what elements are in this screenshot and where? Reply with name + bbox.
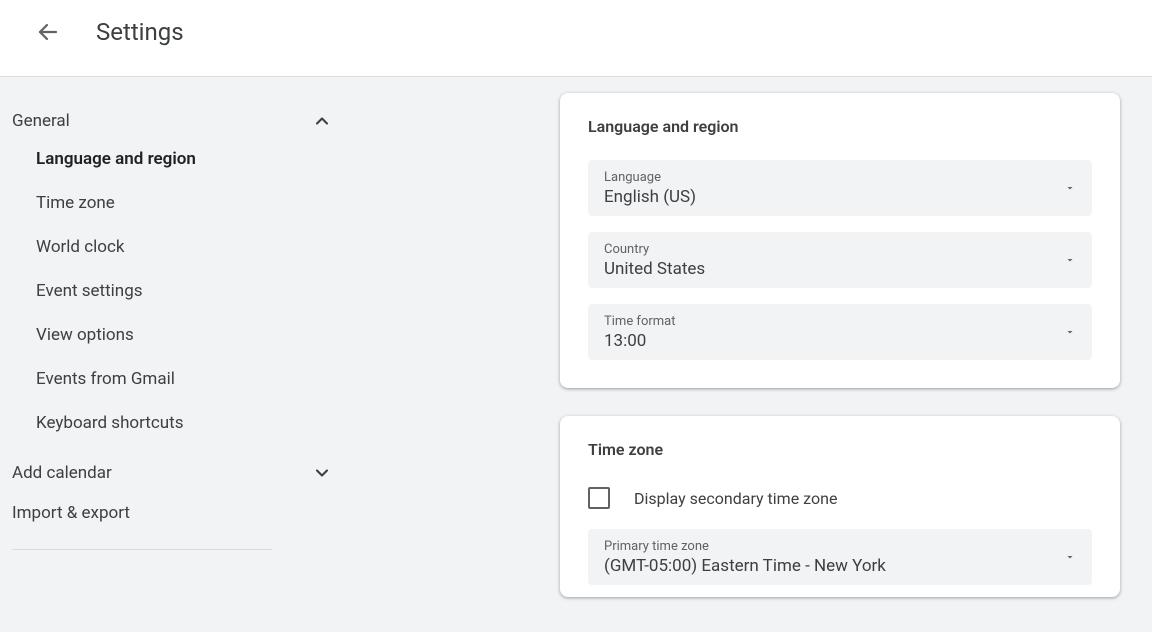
select-country[interactable]: Country United States [588,232,1092,288]
caret-down-icon [1064,182,1076,194]
back-button[interactable] [24,8,72,56]
sidebar-item-language-and-region[interactable]: Language and region [36,137,360,181]
sidebar-item-view-options[interactable]: View options [36,313,360,357]
sidebar-item-event-settings[interactable]: Event settings [36,269,360,313]
sidebar-item-events-from-gmail[interactable]: Events from Gmail [36,357,360,401]
caret-down-icon [1064,326,1076,338]
sidebar-section-add-calendar[interactable]: Add calendar [12,457,360,489]
sidebar-item-time-zone[interactable]: Time zone [36,181,360,225]
select-label: Country [604,242,1064,257]
arrow-left-icon [36,20,60,44]
chevron-up-icon [312,111,332,131]
chevron-down-icon [312,463,332,483]
card-language-region: Language and region Language English (US… [560,93,1120,388]
select-value: 13:00 [604,331,1064,351]
settings-main: Language and region Language English (US… [360,93,1152,632]
select-label: Primary time zone [604,539,1064,554]
sidebar-section-label: Import & export [12,503,130,523]
caret-down-icon [1064,254,1076,266]
sidebar-section-general[interactable]: General [12,105,360,137]
settings-header: Settings [0,0,1152,77]
card-title: Language and region [588,117,1092,136]
select-value: United States [604,259,1064,279]
sidebar-section-label: General [12,111,70,131]
select-value: English (US) [604,187,1064,207]
checkbox-secondary-timezone[interactable] [588,487,610,509]
checkbox-secondary-timezone-row[interactable]: Display secondary time zone [588,483,1092,529]
select-value: (GMT-05:00) Eastern Time - New York [604,556,1064,576]
sidebar-item-keyboard-shortcuts[interactable]: Keyboard shortcuts [36,401,360,445]
card-title: Time zone [588,440,1092,459]
select-primary-timezone[interactable]: Primary time zone (GMT-05:00) Eastern Ti… [588,529,1092,585]
card-time-zone: Time zone Display secondary time zone Pr… [560,416,1120,597]
select-language[interactable]: Language English (US) [588,160,1092,216]
select-time-format[interactable]: Time format 13:00 [588,304,1092,360]
sidebar-item-world-clock[interactable]: World clock [36,225,360,269]
sidebar-section-import-export[interactable]: Import & export [12,489,360,529]
caret-down-icon [1064,551,1076,563]
sidebar-section-label: Add calendar [12,463,112,483]
page-title: Settings [96,18,184,46]
sidebar-divider [12,549,272,550]
checkbox-label: Display secondary time zone [634,489,837,508]
select-label: Language [604,170,1064,185]
select-label: Time format [604,314,1064,329]
settings-sidebar: General Language and region Time zone Wo… [0,93,360,632]
